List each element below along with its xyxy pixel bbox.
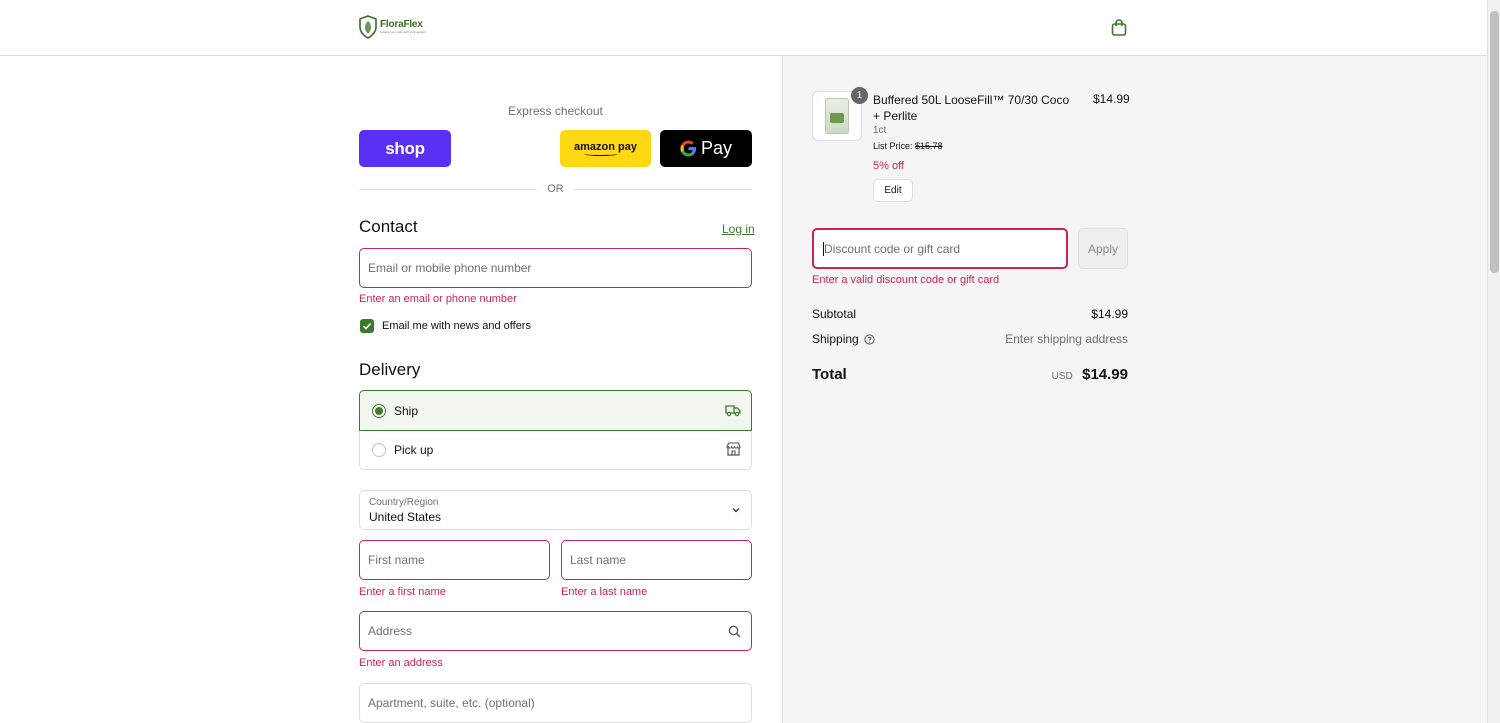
total-currency: USD [1051, 371, 1073, 382]
page-scrollbar[interactable] [1487, 0, 1500, 723]
delivery-title: Delivery [359, 360, 421, 379]
google-g-icon [680, 140, 697, 157]
leaf-shield-icon [359, 15, 377, 39]
country-value: United States [369, 510, 442, 524]
total-row: Total USD $14.99 [812, 366, 1128, 383]
last-name-error: Enter a last name [561, 586, 648, 598]
address-error: Enter an address [359, 657, 443, 669]
first-name-placeholder: First name [368, 553, 425, 567]
product-name: Buffered 50L LooseFill™ 70/30 Coco + Per… [873, 93, 1070, 123]
product-variant: 1ct [873, 125, 887, 136]
express-checkout-label: Express checkout [508, 104, 603, 118]
email-error: Enter an email or phone number [359, 293, 517, 305]
discount-placeholder: Discount code or gift card [824, 241, 961, 256]
ship-radio[interactable] [372, 403, 386, 418]
pickup-label: Pick up [394, 443, 434, 457]
delivery-method-group: Ship Pick up [359, 390, 752, 470]
email-field[interactable]: Email or mobile phone number [359, 248, 752, 288]
discount-error: Enter a valid discount code or gift card [812, 274, 1000, 286]
first-name-field[interactable]: First name [359, 540, 550, 580]
order-summary-area [782, 56, 1487, 723]
google-pay-button[interactable]: Pay [660, 130, 752, 167]
header: FloraFlex helping you grow with your gar… [0, 0, 1487, 56]
address-placeholder: Address [368, 624, 413, 638]
address-field[interactable]: Address [359, 611, 752, 651]
newsletter-checkbox-row[interactable]: Email me with news and offers [360, 319, 531, 333]
brand-logo[interactable]: FloraFlex helping you grow with your gar… [359, 15, 426, 39]
last-name-field[interactable]: Last name [561, 540, 752, 580]
brand-name: FloraFlex [380, 19, 423, 30]
subtotal-row: Subtotal $14.99 [812, 307, 1128, 321]
newsletter-label: Email me with news and offers [382, 320, 531, 332]
subtotal-label: Subtotal [812, 307, 857, 321]
product-price: $14.99 [1093, 92, 1130, 106]
or-divider: OR [359, 182, 752, 196]
amazon-smile-icon [583, 152, 618, 156]
store-icon [726, 442, 741, 456]
shipping-label: Shipping [812, 332, 859, 346]
amazon-pay-label: amazon pay [574, 140, 637, 153]
list-price: List Price: $15.78 [873, 141, 943, 151]
or-label: OR [547, 183, 564, 195]
contact-title: Contact [359, 217, 418, 236]
apartment-field[interactable]: Apartment, suite, etc. (optional) [359, 683, 752, 723]
help-icon[interactable] [864, 333, 875, 345]
search-icon [728, 625, 741, 638]
delivery-option-pickup[interactable]: Pick up [360, 430, 751, 470]
list-price-label: List Price: [873, 141, 913, 151]
shipping-row: Shipping Enter shipping address [812, 332, 1128, 346]
shop-pay-button[interactable]: shop [359, 130, 451, 167]
list-price-value: $15.78 [915, 141, 943, 151]
first-name-error: Enter a first name [359, 586, 446, 598]
delivery-option-ship[interactable]: Ship [359, 390, 752, 431]
truck-icon [725, 405, 741, 417]
newsletter-checkbox[interactable] [360, 319, 374, 333]
product-bag-image [825, 98, 849, 134]
cart-button[interactable] [1109, 17, 1129, 37]
total-value: $14.99 [1082, 366, 1128, 383]
google-pay-label: Pay [700, 138, 733, 158]
discount-percent: 5% off [873, 160, 904, 172]
shop-pay-label: shop [385, 138, 425, 158]
shopping-bag-icon [1111, 18, 1127, 36]
edit-button[interactable]: Edit [873, 179, 913, 202]
email-placeholder: Email or mobile phone number [368, 261, 532, 275]
brand-tagline: helping you grow with your garden [380, 30, 426, 34]
login-link[interactable]: Log in [722, 222, 755, 236]
amazon-pay-button[interactable]: amazon pay [560, 130, 651, 167]
discount-code-field[interactable]: Discount code or gift card [812, 228, 1068, 269]
subtotal-value: $14.99 [1091, 307, 1128, 321]
scrollbar-thumb[interactable] [1490, 11, 1499, 273]
ship-label: Ship [394, 403, 419, 418]
pickup-radio[interactable] [372, 443, 386, 457]
apartment-placeholder: Apartment, suite, etc. (optional) [368, 696, 535, 710]
shipping-value: Enter shipping address [1005, 332, 1128, 346]
apply-button[interactable]: Apply [1078, 228, 1128, 269]
checkmark-icon [362, 322, 372, 330]
country-label: Country/Region [369, 497, 439, 508]
last-name-placeholder: Last name [570, 553, 627, 567]
total-label: Total [812, 366, 847, 383]
country-select[interactable]: Country/Region United States [359, 490, 752, 530]
chevron-down-icon [732, 508, 740, 513]
quantity-badge: 1 [851, 87, 868, 104]
